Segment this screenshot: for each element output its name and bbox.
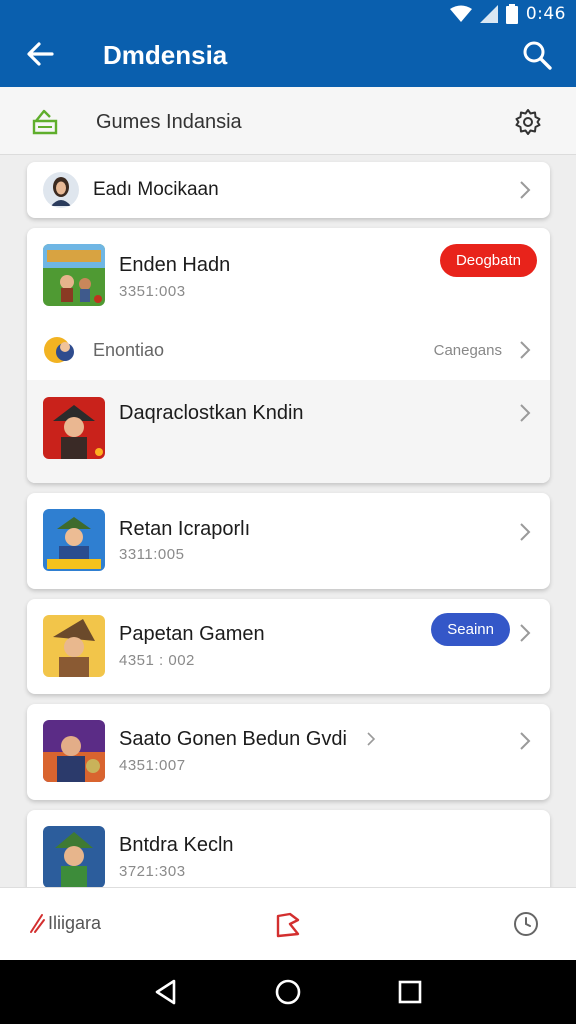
chevron-right-icon	[520, 523, 531, 541]
nav-item-games[interactable]: Iliigara	[28, 912, 101, 934]
battery-icon	[505, 4, 518, 24]
game-thumbnail	[43, 509, 105, 571]
list-item[interactable]: Retan Icraporlı 3311:005	[27, 493, 550, 589]
bookmark-icon[interactable]	[272, 910, 304, 940]
clock-icon[interactable]	[512, 910, 540, 938]
item-right-label: Canegans	[433, 342, 502, 359]
back-icon[interactable]	[152, 978, 180, 1006]
game-group-card: Enden Hadn 3351:003 Deogbatn Enontiao Ca…	[27, 228, 550, 483]
item-name: Daqraclostkan Kndin	[119, 402, 304, 424]
signal-icon	[479, 5, 498, 23]
avatar	[43, 172, 79, 208]
back-arrow-icon[interactable]	[22, 36, 58, 72]
item-meta: 3721:303	[119, 863, 186, 880]
list-item[interactable]: Enden Hadn 3351:003 Deogbatn	[27, 228, 550, 320]
game-thumbnail	[44, 337, 74, 363]
item-name: Bntdra Kecln	[119, 834, 234, 856]
category-header: Gumes Indansia	[0, 87, 576, 155]
game-thumbnail	[43, 615, 105, 677]
status-bar: 0:46	[449, 2, 566, 26]
game-thumbnail	[43, 720, 105, 782]
status-badge[interactable]: Deogbatn	[439, 244, 537, 277]
item-meta: 3311:005	[119, 546, 185, 563]
chevron-right-icon	[520, 404, 531, 422]
game-thumbnail	[43, 826, 105, 888]
gear-icon[interactable]	[513, 107, 543, 137]
item-meta: 4351:007	[119, 757, 186, 774]
app-bar: 0:46 Dmdensia	[0, 0, 576, 87]
recents-icon[interactable]	[396, 978, 424, 1006]
item-meta: 3351:003	[119, 283, 186, 300]
list-item[interactable]: Papetan Gamen 4351 : 002 Seainn	[27, 599, 550, 694]
list-item[interactable]: Saato Gonen Bedun Gvdi 4351:007	[27, 704, 550, 800]
system-navigation-bar	[0, 960, 576, 1024]
item-name: Enontiao	[93, 340, 165, 360]
item-name: Enden Hadn	[119, 254, 231, 276]
list-item[interactable]: Enontiao Canegans	[27, 320, 550, 380]
category-icon	[32, 109, 58, 135]
list-item[interactable]: Eadı Mocikaan	[27, 162, 550, 218]
chevron-right-icon	[367, 732, 376, 746]
wifi-icon	[449, 5, 472, 22]
home-icon[interactable]	[274, 978, 302, 1006]
nav-label: Iliigara	[48, 912, 102, 933]
game-thumbnail	[43, 244, 105, 306]
app-title: Dmdensia	[103, 40, 228, 70]
item-name: Saato Gonen Bedun Gvdi	[119, 728, 347, 750]
category-title: Gumes Indansia	[96, 111, 242, 133]
search-icon[interactable]	[520, 38, 554, 72]
status-badge[interactable]: Seainn	[431, 613, 510, 646]
chevron-right-icon	[520, 341, 531, 359]
bottom-navigation: Iliigara	[0, 887, 576, 960]
chevron-right-icon	[520, 732, 531, 750]
item-name: Eadı Mocikaan	[93, 179, 219, 200]
pencil-icon	[30, 914, 45, 933]
item-name: Papetan Gamen	[119, 623, 265, 645]
item-name: Retan Icraporlı	[119, 518, 251, 540]
chevron-right-icon	[520, 624, 531, 642]
status-time: 0:46	[525, 4, 566, 24]
game-thumbnail	[43, 397, 105, 459]
list-item[interactable]: Daqraclostkan Kndin	[27, 380, 550, 483]
item-meta: 4351 : 002	[119, 652, 195, 669]
chevron-right-icon	[520, 181, 531, 199]
